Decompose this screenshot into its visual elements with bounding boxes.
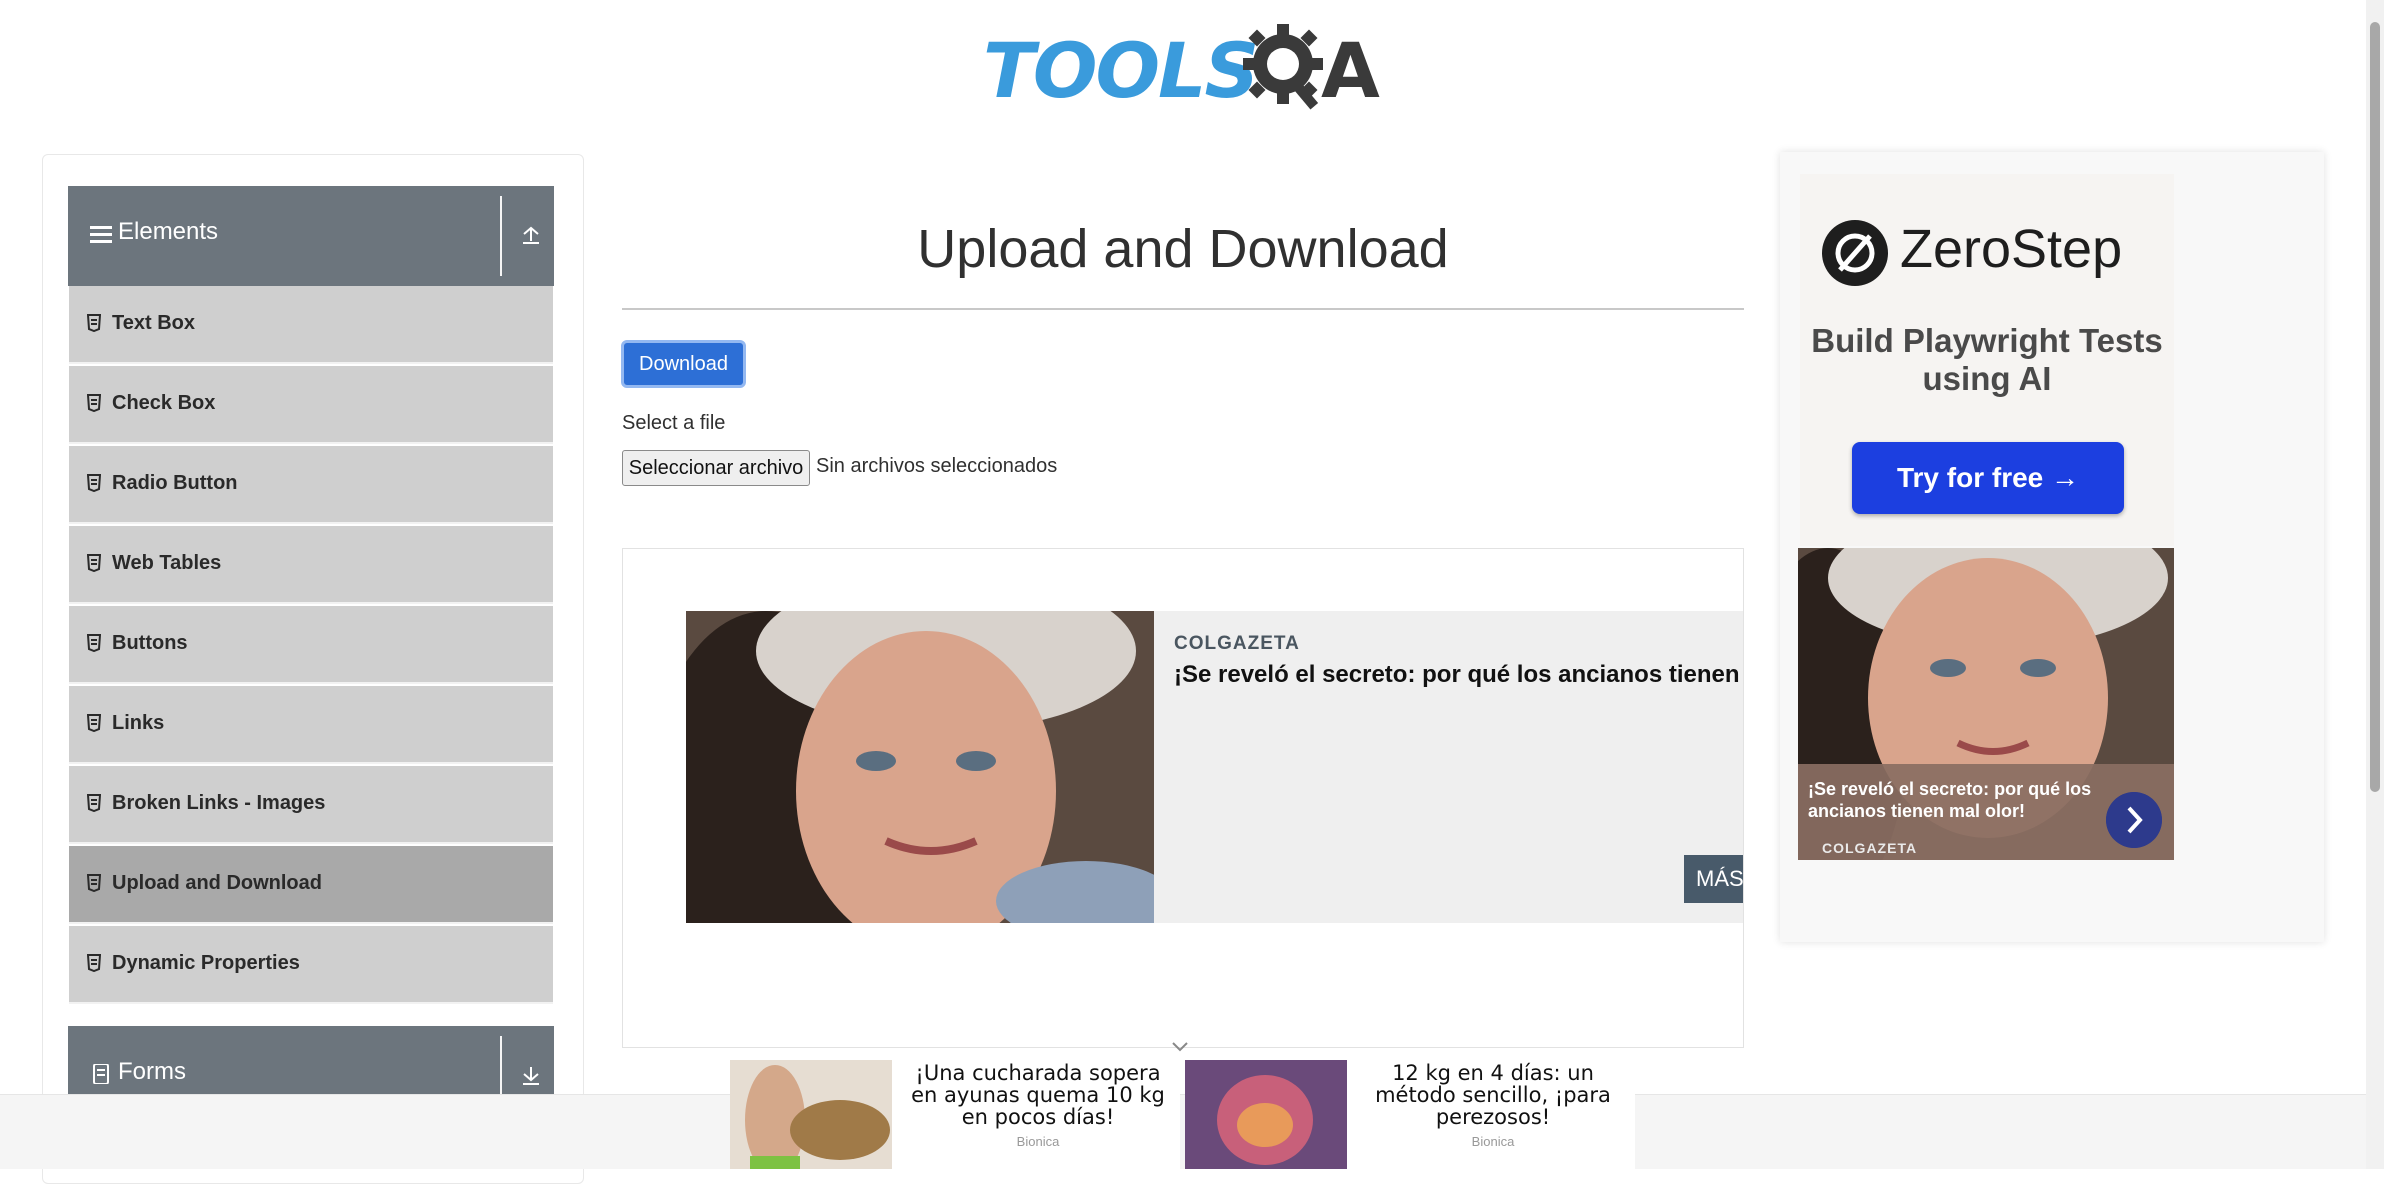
- html-icon: [87, 954, 101, 972]
- bottom-ad-source: Bionica: [1016, 1134, 1060, 1149]
- hamburger-icon: [90, 226, 112, 243]
- bottom-ad-1[interactable]: ¡Una cucharada sopera en ayunas quema 10…: [730, 1060, 1180, 1169]
- chevron-right-icon[interactable]: [2106, 792, 2162, 848]
- logo-text: TOOLS: [983, 26, 1259, 115]
- right-ad-panel: ZeroStep Build Playwright Tests using AI…: [1780, 152, 2324, 942]
- ad-banner[interactable]: COLGAZETA ¡Se reveló el secreto: por qué…: [686, 611, 1743, 923]
- zerostep-ad[interactable]: ZeroStep Build Playwright Tests using AI…: [1800, 174, 2174, 546]
- group-header-elements[interactable]: Elements: [68, 186, 554, 286]
- page-scrollbar[interactable]: [2366, 0, 2384, 1169]
- zerostep-brand: ZeroStep: [1900, 219, 2123, 279]
- group-title-forms: Forms: [118, 1058, 186, 1085]
- native-ad-card[interactable]: ¡Se reveló el secreto: por qué los ancia…: [1798, 548, 2174, 860]
- bottom-ad-bar: [0, 1094, 2366, 1169]
- bottom-ad-source: Bionica: [1471, 1134, 1515, 1149]
- page-title: Upload and Download: [917, 219, 1449, 279]
- collapse-icon[interactable]: [520, 224, 542, 246]
- try-for-free-button[interactable]: Try for free →: [1852, 442, 2124, 514]
- html-icon: [87, 874, 101, 892]
- native-ad-caption: ¡Se reveló el secreto: por qué los ancia…: [1808, 779, 2092, 821]
- sidebar-item-text-box[interactable]: Text Box: [69, 286, 553, 364]
- sidebar-item-label: Buttons: [112, 632, 188, 654]
- group-divider: [500, 196, 502, 276]
- scrollbar-thumb[interactable]: [2370, 22, 2380, 792]
- document-icon: [93, 1064, 109, 1084]
- file-upload-button[interactable]: Seleccionar archivo: [622, 450, 810, 486]
- ad-headline[interactable]: ¡Se reveló el secreto: por qué los ancia…: [1174, 661, 1743, 689]
- file-status-text: Sin archivos seleccionados: [816, 455, 1058, 477]
- download-button[interactable]: Download: [621, 340, 746, 388]
- html-icon: [87, 714, 101, 732]
- ad-image[interactable]: [686, 611, 1154, 923]
- bottom-ad-text: 12 kg en 4 días: un método sencillo, ¡pa…: [1375, 1061, 1611, 1129]
- sidebar-item-label: Text Box: [112, 312, 195, 334]
- portrait-image: [686, 611, 1154, 923]
- sidebar-item-label: Dynamic Properties: [112, 952, 300, 974]
- zerostep-tagline: Build Playwright Tests using AI: [1811, 322, 2163, 397]
- sidebar-item-label: Broken Links - Images: [112, 792, 326, 814]
- bottom-ad-text: ¡Una cucharada sopera en ayunas quema 10…: [911, 1061, 1165, 1129]
- sidebar-item-upload-download[interactable]: Upload and Download: [69, 846, 553, 924]
- sidebar-item-web-tables[interactable]: Web Tables: [69, 526, 553, 604]
- html-icon: [87, 634, 101, 652]
- native-ad-source: COLGAZETA: [1822, 840, 1918, 856]
- sidebar-item-label: Radio Button: [112, 472, 238, 494]
- sidebar-item-label: Upload and Download: [112, 872, 322, 894]
- logo-letter-a: A: [1321, 26, 1380, 115]
- ad-cta-button[interactable]: MÁS INFORMACIÓN: [1684, 855, 1743, 903]
- bottom-ad-image: [730, 1060, 892, 1169]
- bottom-ad-image: [1185, 1060, 1347, 1169]
- sidebar-item-dynamic-properties[interactable]: Dynamic Properties: [69, 926, 553, 1004]
- sidebar-item-broken-links[interactable]: Broken Links - Images: [69, 766, 553, 844]
- select-file-label: Select a file: [622, 412, 726, 434]
- sidebar-item-check-box[interactable]: Check Box: [69, 366, 553, 444]
- sidebar-item-label: Links: [112, 712, 165, 734]
- html-icon: [87, 474, 101, 492]
- bottom-ad-2[interactable]: 12 kg en 4 días: un método sencillo, ¡pa…: [1185, 1060, 1635, 1169]
- sidebar-item-label: Web Tables: [112, 552, 222, 574]
- sidebar-item-links[interactable]: Links: [69, 686, 553, 764]
- sidebar-item-buttons[interactable]: Buttons: [69, 606, 553, 684]
- zerostep-logo-icon: [1822, 220, 1888, 286]
- sidebar-item-label: Check Box: [112, 392, 216, 414]
- html-icon: [87, 314, 101, 332]
- title-divider: [622, 308, 1744, 310]
- ad-source: COLGAZETA: [1174, 633, 1300, 654]
- html-icon: [87, 554, 101, 572]
- toolsqa-logo[interactable]: TOOLS A: [983, 18, 1387, 115]
- group-title-elements: Elements: [118, 218, 219, 245]
- html-icon: [87, 394, 101, 412]
- expand-icon[interactable]: [520, 1064, 542, 1086]
- sidebar-item-radio-button[interactable]: Radio Button: [69, 446, 553, 524]
- ad-container: COLGAZETA ¡Se reveló el secreto: por qué…: [622, 548, 1744, 1048]
- chevron-down-icon[interactable]: [1170, 1040, 1190, 1054]
- html-icon: [87, 794, 101, 812]
